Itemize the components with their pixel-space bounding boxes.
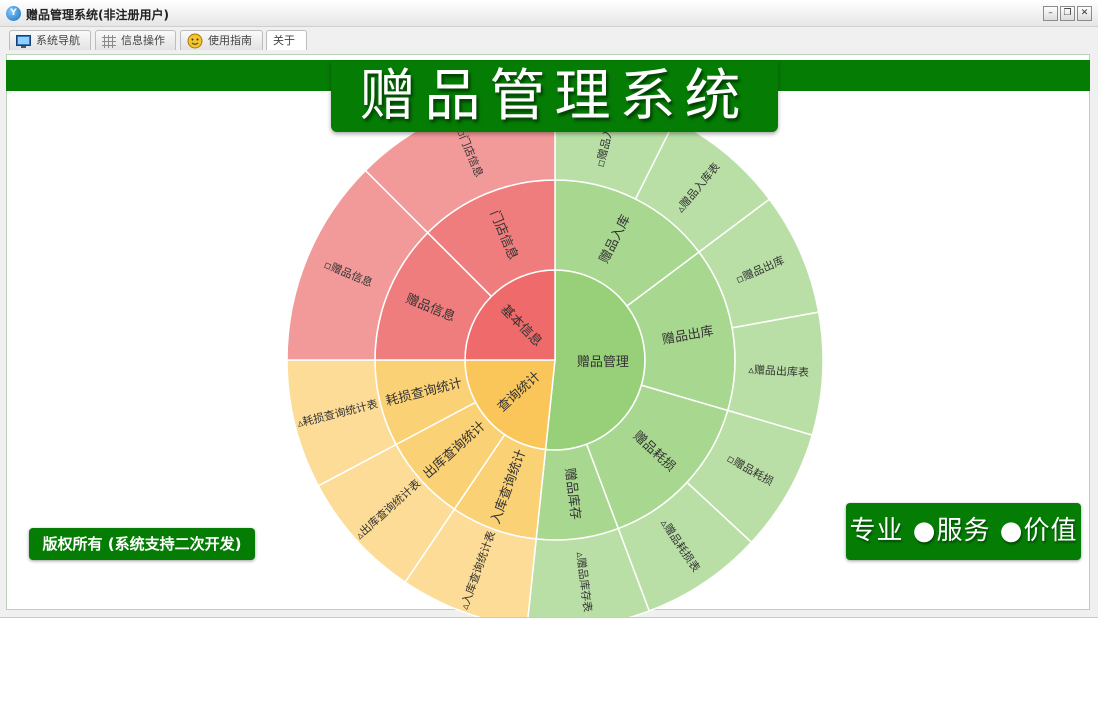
sunburst-label: 赠品管理	[577, 355, 629, 370]
copyright-badge: 版权所有 (系统支持二次开发)	[29, 528, 255, 560]
header-title-box: 赠品管理系统	[331, 61, 778, 132]
slogan-badge: 专业 ●服务 ●价值	[846, 503, 1081, 560]
app-window: Y 赠品管理系统(非注册用户) – ❐ ✕ 系统导航 信息操作 使用指南 关于 …	[0, 0, 1098, 618]
page-title: 赠品管理系统	[359, 64, 750, 129]
